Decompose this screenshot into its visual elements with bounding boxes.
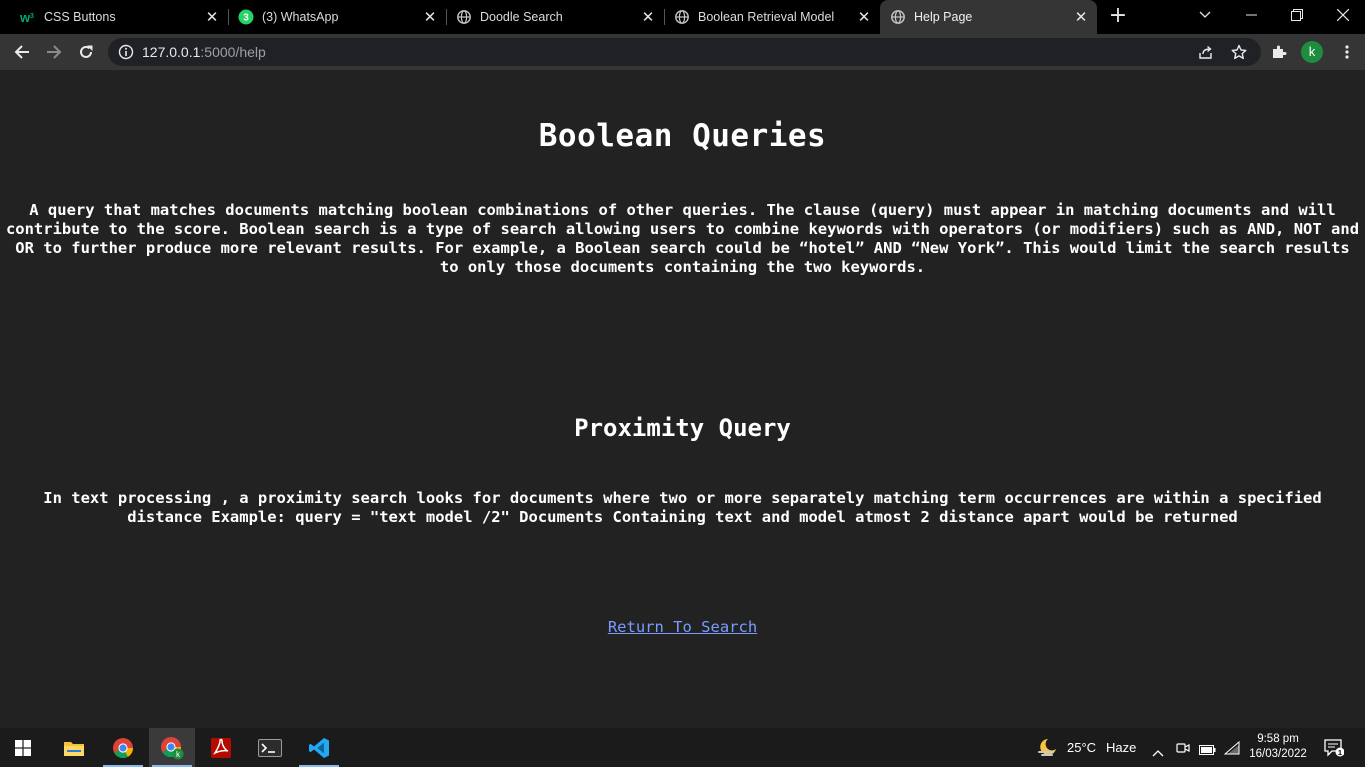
notification-center-icon[interactable]: 1 [1324, 739, 1345, 761]
back-button[interactable] [9, 39, 35, 65]
reload-button[interactable] [73, 39, 99, 65]
bookmark-star-icon[interactable] [1231, 44, 1247, 64]
system-clock[interactable]: 9:58 pm 16/03/2022 [1240, 732, 1316, 762]
battery-icon[interactable] [1199, 741, 1216, 760]
tab-title: Help Page [914, 10, 973, 24]
boolean-queries-description: A query that matches documents matching … [5, 201, 1360, 276]
clock-time: 9:58 pm [1257, 733, 1299, 745]
close-icon[interactable]: ✕ [1071, 7, 1091, 27]
tab-search-icon[interactable] [1182, 0, 1228, 30]
profile-avatar[interactable]: k [1301, 41, 1323, 63]
acrobat-icon[interactable] [198, 728, 244, 767]
return-link-container: Return To Search [0, 618, 1365, 636]
boolean-queries-heading: Boolean Queries [538, 118, 827, 154]
show-hidden-icons-icon[interactable] [1152, 742, 1164, 761]
svg-text:1: 1 [1338, 748, 1342, 757]
tab-title: CSS Buttons [44, 10, 116, 24]
globe-icon [674, 9, 690, 25]
tab-css-buttons[interactable]: w3 CSS Buttons ✕ [0, 0, 228, 34]
restore-button[interactable] [1274, 0, 1320, 30]
windows-taskbar: k 25°C Haze 9:58 pm 16/03/2022 1 [0, 728, 1365, 767]
info-icon[interactable] [118, 44, 134, 64]
proximity-query-description: In text processing , a proximity search … [43, 489, 1322, 526]
vscode-icon[interactable] [296, 728, 342, 767]
globe-icon [890, 9, 906, 25]
wifi-icon[interactable] [1223, 740, 1240, 759]
tab-strip: w3 CSS Buttons ✕ 3 (3) WhatsApp ✕ Doodle… [0, 0, 1365, 34]
forward-button[interactable] [41, 39, 67, 65]
clock-date: 16/03/2022 [1249, 748, 1307, 760]
url-text: 127.0.0.1:5000/help [142, 38, 266, 66]
new-tab-button[interactable]: + [1106, 5, 1130, 29]
weather-moon-icon[interactable] [1036, 737, 1058, 761]
svg-text:3: 3 [30, 13, 34, 20]
weather-temperature[interactable]: 25°C [1067, 740, 1096, 755]
tab-help-page[interactable]: Help Page ✕ [880, 0, 1097, 34]
whatsapp-icon: 3 [238, 9, 254, 25]
tab-title: Doodle Search [480, 10, 563, 24]
meet-now-icon[interactable] [1176, 740, 1190, 759]
close-window-button[interactable] [1320, 0, 1365, 30]
url-path: :5000/help [200, 44, 266, 60]
tab-boolean-retrieval[interactable]: Boolean Retrieval Model ✕ [664, 0, 880, 34]
close-icon[interactable]: ✕ [202, 7, 222, 27]
tab-title: (3) WhatsApp [262, 10, 339, 24]
proximity-query-heading: Proximity Query [574, 414, 791, 442]
weather-condition[interactable]: Haze [1106, 740, 1136, 755]
chrome-icon[interactable] [100, 728, 146, 767]
return-to-search-link[interactable]: Return To Search [608, 618, 757, 636]
share-icon[interactable] [1198, 44, 1214, 64]
address-bar[interactable]: 127.0.0.1:5000/help [108, 38, 1261, 66]
extensions-icon[interactable] [1266, 39, 1292, 65]
file-explorer-icon[interactable] [51, 728, 97, 767]
browser-toolbar: 127.0.0.1:5000/help k [0, 34, 1365, 70]
minimize-button[interactable] [1228, 0, 1274, 30]
tab-whatsapp[interactable]: 3 (3) WhatsApp ✕ [228, 0, 446, 34]
close-icon[interactable]: ✕ [854, 7, 874, 27]
menu-icon[interactable] [1334, 39, 1360, 65]
help-page-content: Boolean Queries A query that matches doc… [0, 70, 1365, 728]
close-icon[interactable]: ✕ [420, 7, 440, 27]
url-host: 127.0.0.1 [142, 44, 201, 60]
globe-icon [456, 9, 472, 25]
tab-title: Boolean Retrieval Model [698, 10, 835, 24]
w3schools-icon: w3 [20, 9, 36, 25]
chrome-profile-icon[interactable]: k [149, 728, 195, 767]
windows-start-button[interactable] [0, 728, 46, 767]
close-icon[interactable]: ✕ [638, 7, 658, 27]
tab-doodle-search[interactable]: Doodle Search ✕ [446, 0, 664, 34]
svg-text:3: 3 [243, 13, 249, 24]
terminal-icon[interactable] [247, 728, 293, 767]
